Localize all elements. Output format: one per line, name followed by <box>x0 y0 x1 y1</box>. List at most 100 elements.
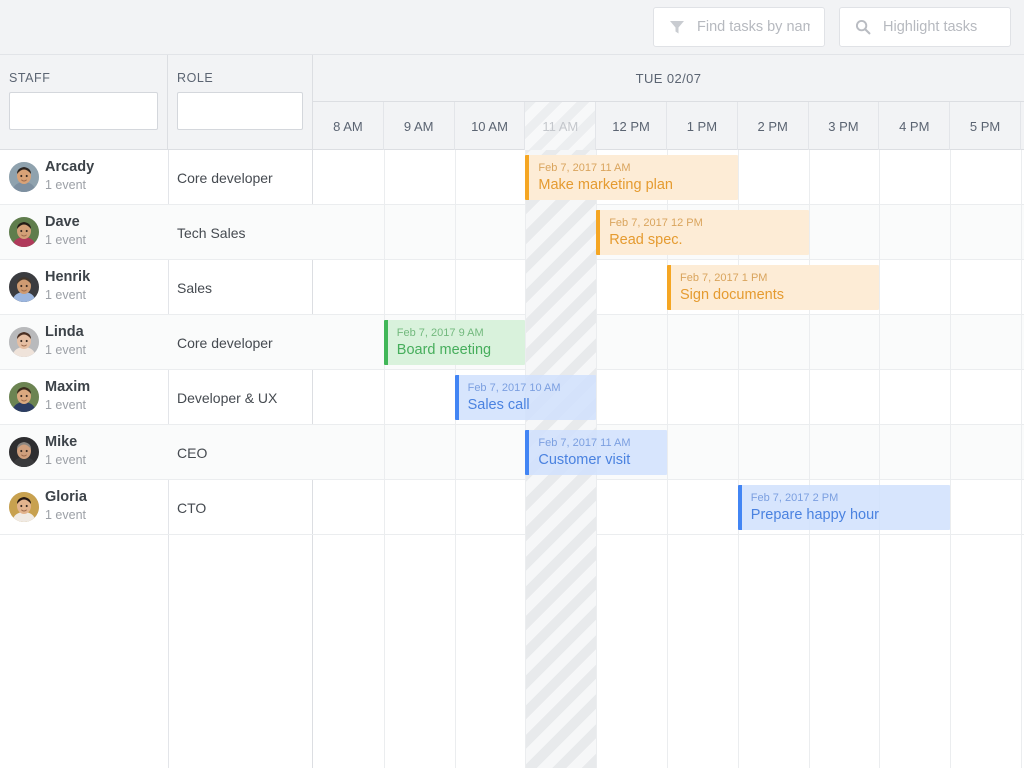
hour-label: 4 PM <box>899 118 930 134</box>
task-title: Make marketing plan <box>538 177 673 193</box>
timeline-row[interactable] <box>313 425 1024 480</box>
staff-name: Arcady <box>45 159 95 175</box>
hour-label: 8 AM <box>333 118 363 134</box>
hour-header-11-am: 11 AM <box>525 102 597 150</box>
date-label: TUE 02/07 <box>635 70 702 86</box>
hour-header-10-am: 10 AM <box>455 102 526 150</box>
hour-label: 1 PM <box>686 118 718 134</box>
staff-row[interactable]: Maxim 1 event Developer & UX <box>0 370 313 425</box>
staff-event-count: 1 event <box>45 288 87 302</box>
task-accent-bar <box>383 320 388 365</box>
staff-row[interactable]: Linda 1 event Core developer <box>0 315 313 370</box>
staff-filter-box[interactable] <box>9 92 158 130</box>
staff-column-title: STAFF <box>9 71 51 85</box>
task-time: Feb 7, 2017 11 AM <box>538 437 631 449</box>
hour-label: 9 AM <box>403 118 434 134</box>
timeline-grid[interactable]: Feb 7, 2017 11 AM Make marketing plan Feb … <box>313 150 1024 768</box>
staff-event-count: 1 event <box>45 508 87 522</box>
staff-column-header: STAFF <box>0 55 168 150</box>
task-bar[interactable]: Feb 7, 2017 11 AM Customer visit <box>525 430 667 475</box>
task-bar[interactable]: Feb 7, 2017 12 PM Read spec. <box>596 210 809 255</box>
hour-gridline <box>808 150 810 768</box>
hour-gridline <box>950 150 952 768</box>
henrik-avatar <box>9 272 39 302</box>
find-tasks-input[interactable] <box>697 19 810 35</box>
task-accent-bar <box>525 430 530 475</box>
role-filter-box[interactable] <box>177 92 303 130</box>
task-bar[interactable]: Feb 7, 2017 10 AM Sales call <box>454 375 597 420</box>
staff-row[interactable]: Arcady 1 event Core developer <box>0 150 313 205</box>
task-time: Feb 7, 2017 12 PM <box>609 217 703 229</box>
task-accent-bar <box>737 485 742 530</box>
hour-header-5-pm: 5 PM <box>950 102 1021 150</box>
funnel-icon <box>668 18 686 36</box>
grid-header: STAFF ROLE TUE 02/07 8 AM 9 AM 10 AM 11 AM 1… <box>0 55 1024 150</box>
staff-event-count: 1 event <box>45 398 87 412</box>
maxim-avatar <box>9 382 39 412</box>
hour-gridline <box>383 150 385 768</box>
hour-label: 10 AM <box>471 118 508 134</box>
highlight-tasks-input[interactable] <box>883 19 996 35</box>
staff-row[interactable]: Dave 1 event Tech Sales <box>0 205 313 260</box>
hour-gridline <box>454 150 456 768</box>
hour-header-1-pm: 1 PM <box>667 102 738 150</box>
staff-event-count: 1 event <box>45 178 87 192</box>
task-time: Feb 7, 2017 10 AM <box>467 382 561 394</box>
hour-header-9-am: 9 AM <box>384 102 455 150</box>
task-bar[interactable]: Feb 7, 2017 2 PM Prepare happy hour <box>737 485 951 530</box>
linda-avatar <box>9 327 39 357</box>
scheduler-app: STAFF ROLE TUE 02/07 8 AM 9 AM 10 AM 11 AM 1… <box>0 0 1024 768</box>
task-accent-bar <box>454 375 459 420</box>
hour-header-4-pm: 4 PM <box>879 102 951 150</box>
staff-event-count: 1 event <box>45 233 87 247</box>
staff-event-count: 1 event <box>45 453 87 467</box>
gloria-avatar <box>9 492 39 522</box>
staff-row[interactable]: Henrik 1 event Sales <box>0 260 313 315</box>
dave-avatar <box>9 217 39 247</box>
staff-row[interactable]: Gloria 1 event CTO <box>0 480 313 535</box>
staff-role: Developer & UX <box>177 389 278 406</box>
role-column-title: ROLE <box>177 71 214 85</box>
hour-header-2-pm: 2 PM <box>738 102 809 150</box>
hour-gridline <box>879 150 881 768</box>
toolbar <box>0 0 1024 55</box>
timeline-row[interactable] <box>313 370 1024 425</box>
staff-name: Linda <box>45 324 84 340</box>
task-bar[interactable]: Feb 7, 2017 11 AM Make marketing plan <box>525 155 738 200</box>
scheduler-body: Arcady 1 event Core developer Dave 1 event Te… <box>0 150 1024 768</box>
task-time: Feb 7, 2017 1 PM <box>680 272 768 284</box>
staff-role: CEO <box>177 444 208 461</box>
staff-name: Dave <box>45 214 80 230</box>
staff-event-count: 1 event <box>45 343 87 357</box>
hour-header-3-pm: 3 PM <box>809 102 880 150</box>
staff-role: CTO <box>177 499 207 516</box>
staff-name: Mike <box>45 434 78 450</box>
staff-name: Henrik <box>45 269 91 285</box>
hour-label: 5 PM <box>969 118 1001 134</box>
hour-label: 2 PM <box>757 118 788 134</box>
hour-header-row: 8 AM 9 AM 10 AM 11 AM 12 PM 1 PM 2 PM 3 PM 4 PM 5… <box>313 102 1024 150</box>
task-time: Feb 7, 2017 11 AM <box>538 162 631 174</box>
task-time: Feb 7, 2017 2 PM <box>750 492 839 504</box>
staff-role: Tech Sales <box>177 224 246 241</box>
task-accent-bar <box>667 265 671 310</box>
resource-panel: Arcady 1 event Core developer Dave 1 event Te… <box>0 150 313 768</box>
mike-avatar <box>9 437 39 467</box>
staff-filter-input[interactable] <box>10 93 157 129</box>
arcady-avatar <box>9 162 39 192</box>
hour-gridline <box>1021 150 1022 768</box>
task-bar[interactable]: Feb 7, 2017 1 PM Sign documents <box>667 265 880 310</box>
role-column-header: ROLE <box>168 55 313 150</box>
task-accent-bar <box>596 210 601 255</box>
hour-label: 11 AM <box>542 118 579 134</box>
role-filter-input[interactable] <box>178 93 302 129</box>
date-header: TUE 02/07 <box>313 55 1024 102</box>
hour-label: 3 PM <box>828 118 859 134</box>
find-tasks-box[interactable] <box>653 7 825 47</box>
staff-role: Sales <box>177 279 213 296</box>
staff-role: Core developer <box>177 169 273 186</box>
staff-row[interactable]: Mike 1 event CEO <box>0 425 313 480</box>
task-bar[interactable]: Feb 7, 2017 9 AM Board meeting <box>383 320 526 365</box>
highlight-tasks-box[interactable] <box>839 7 1011 47</box>
task-title: Customer visit <box>538 452 631 468</box>
